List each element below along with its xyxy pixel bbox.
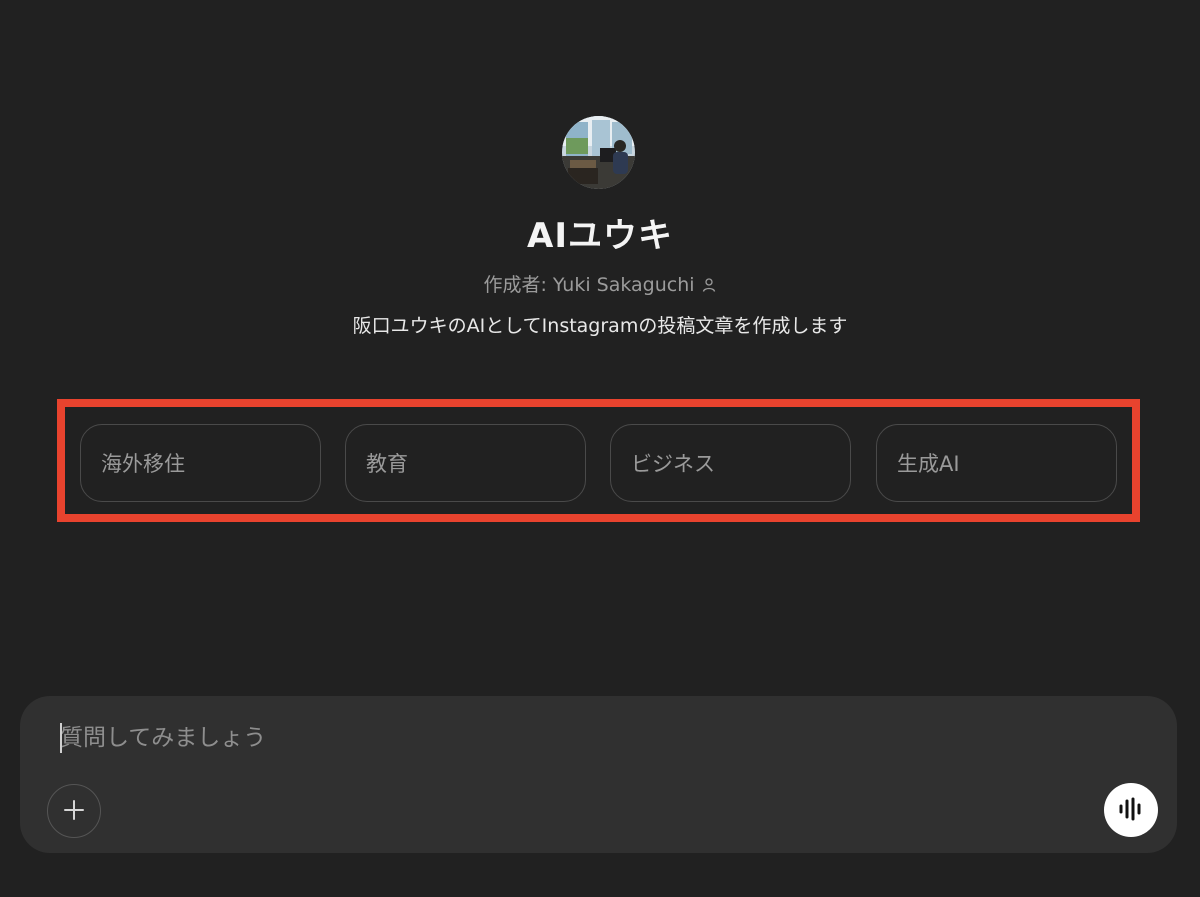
voice-mode-button[interactable] bbox=[1104, 783, 1158, 837]
starter-button-education[interactable]: 教育 bbox=[345, 424, 586, 502]
text-caret bbox=[60, 723, 62, 753]
voice-waveform-icon bbox=[1117, 797, 1145, 824]
starter-button-generative-ai[interactable]: 生成AI bbox=[876, 424, 1117, 502]
author-label: 作成者: Yuki Sakaguchi bbox=[483, 274, 695, 296]
plus-icon bbox=[63, 799, 85, 824]
starter-button-overseas-relocation[interactable]: 海外移住 bbox=[80, 424, 321, 502]
gpt-description: 阪口ユウキのAIとしてInstagramの投稿文章を作成します bbox=[352, 315, 848, 337]
starter-button-business[interactable]: ビジネス bbox=[610, 424, 851, 502]
gpt-title: AIユウキ bbox=[527, 216, 673, 256]
gpt-avatar bbox=[562, 116, 635, 189]
gpt-home-page: AIユウキ 作成者: Yuki Sakaguchi 阪口ユウキのAIとしてIns… bbox=[0, 0, 1200, 897]
message-composer bbox=[20, 696, 1177, 853]
author-line: 作成者: Yuki Sakaguchi bbox=[0, 270, 1200, 297]
message-input[interactable] bbox=[60, 718, 1060, 758]
person-icon[interactable] bbox=[701, 276, 717, 292]
attach-button[interactable] bbox=[47, 784, 101, 838]
